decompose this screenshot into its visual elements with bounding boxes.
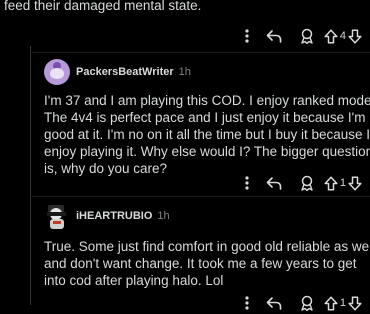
- vote-control: 1: [324, 172, 362, 194]
- vote-control: 4: [324, 25, 362, 47]
- comment-header: PackersBeatWriter 1h: [44, 58, 191, 86]
- comment-username[interactable]: iHEARTRUBIO: [76, 210, 152, 222]
- comment-body: I'm 37 and I am playing this COD. I enjo…: [44, 92, 370, 177]
- comment-body: True. Some just find comfort in good old…: [44, 238, 370, 289]
- upvote-icon[interactable]: [324, 28, 338, 44]
- vote-control: 1: [324, 292, 362, 314]
- downvote-icon[interactable]: [348, 175, 362, 191]
- comment-line: into cod after playing halo. Lol: [44, 273, 224, 288]
- award-icon[interactable]: [290, 25, 324, 47]
- comment-line: I'm 37 and I am playing this COD. I enjo…: [44, 93, 370, 108]
- vote-count: 1: [339, 177, 346, 189]
- thread-line[interactable]: [30, 46, 31, 305]
- comment-username[interactable]: PackersBeatWriter: [76, 66, 174, 78]
- more-options-icon[interactable]: [236, 172, 258, 194]
- avatar[interactable]: [44, 59, 70, 85]
- comment-line: and don't want change. It took me a few …: [44, 256, 357, 271]
- divider: [30, 52, 370, 53]
- vote-count: 4: [339, 30, 346, 42]
- comment-line: enjoy playing it. Why else would I? The …: [44, 144, 370, 159]
- comment-header: iHEARTRUBIO 1h: [44, 202, 170, 230]
- comment-actions: 1: [236, 292, 362, 314]
- reply-icon[interactable]: [258, 172, 290, 194]
- more-options-icon[interactable]: [236, 292, 258, 314]
- upvote-icon[interactable]: [324, 175, 338, 191]
- vote-count: 1: [339, 297, 346, 309]
- upvote-icon[interactable]: [324, 295, 338, 311]
- avatar[interactable]: [44, 201, 70, 231]
- more-options-icon[interactable]: [236, 25, 258, 47]
- award-icon[interactable]: [290, 172, 324, 194]
- divider: [30, 196, 370, 197]
- reply-icon[interactable]: [258, 292, 290, 314]
- comment-line: good at it. I'm no on it all the time bu…: [44, 127, 370, 142]
- award-icon[interactable]: [290, 292, 324, 314]
- comment-line: The 4v4 is perfect pace and I just enjoy…: [44, 110, 366, 125]
- top-comment-actions: 4: [236, 25, 362, 47]
- top-comment-text: feed their damaged mental state.: [4, 0, 202, 13]
- comment-age: 1h: [178, 66, 191, 78]
- comment-age: 1h: [157, 210, 170, 222]
- downvote-icon[interactable]: [348, 28, 362, 44]
- comment-actions: 1: [236, 172, 362, 194]
- downvote-icon[interactable]: [348, 295, 362, 311]
- reply-icon[interactable]: [258, 25, 290, 47]
- comment-line: True. Some just find comfort in good old…: [44, 239, 370, 254]
